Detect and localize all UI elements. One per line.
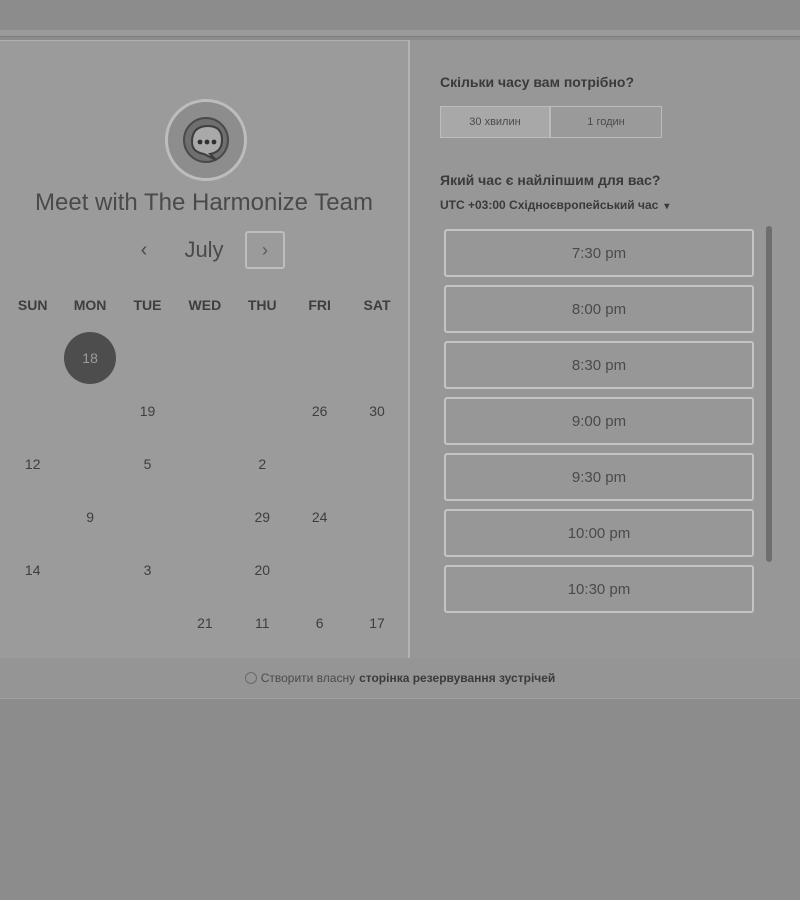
day-cell [176,437,233,490]
day-cell [348,543,405,596]
weekday-label: SAT [363,297,391,313]
duration-30min-button[interactable]: 30 хвилин [440,106,550,138]
day-cell [348,490,405,543]
day-cell [61,543,118,596]
day-cell [176,384,233,437]
timezone-label: UTC +03:00 Східноєвропейський час [440,198,659,212]
duration-options: 30 хвилин 1 годин [440,106,662,138]
day-cell[interactable]: 21 [176,596,233,649]
time-question: Який час є найліпшим для вас? [440,172,661,188]
day-cell [176,543,233,596]
day-cell [119,490,176,543]
day-cell [234,331,291,384]
day-cell [61,384,118,437]
month-label: July [184,237,224,262]
time-slot-button[interactable]: 10:00 pm [444,509,754,557]
day-cell [291,331,348,384]
day-cell [4,596,61,649]
day-cell [119,596,176,649]
day-cell[interactable]: 30 [348,384,405,437]
calendar-panel: Meet with The Harmonize Team ‹ July › SU… [0,40,410,659]
weekday-label: FRI [308,297,331,313]
slot-scrollbar[interactable] [766,226,772,562]
day-cell[interactable]: 2 [234,437,291,490]
next-month-button[interactable]: › [245,231,285,269]
day-cell [4,331,61,384]
weekday-header: SUN MON TUE WED THU FRI SAT [4,297,404,313]
footer-banner: Створити власну сторінка резервування зу… [0,658,800,699]
booking-panel: Скільки часу вам потрібно? 30 хвилин 1 г… [410,40,800,658]
day-cell [4,490,61,543]
day-cell[interactable]: 11 [234,596,291,649]
duration-question: Скільки часу вам потрібно? [440,74,635,90]
weekday-label: WED [188,297,222,313]
team-avatar [165,99,247,181]
day-cell [119,331,176,384]
selected-day-label: 18 [64,331,117,384]
brand-icon [244,672,257,684]
chevron-right-icon: › [262,239,268,260]
day-grid: 18 19 26 30 12 5 2 9 29 24 14 3 20 21 11… [4,331,404,649]
chevron-left-icon: ‹ [140,238,148,261]
day-cell[interactable]: 26 [291,384,348,437]
day-cell [4,384,61,437]
footer-text: Створити власну [260,671,356,685]
day-cell[interactable]: 17 [348,596,405,649]
day-cell[interactable]: 24 [291,490,348,543]
weekday-label: SUN [17,297,48,313]
day-cell [61,596,118,649]
time-slot-button[interactable]: 9:00 pm [444,397,754,445]
month-navigation: ‹ July › [0,231,408,271]
day-cell[interactable]: 12 [4,437,61,490]
weekday-label: TUE [133,297,162,313]
time-slot-button[interactable]: 8:00 pm [444,285,754,333]
time-slot-button[interactable]: 9:30 pm [444,453,754,501]
day-cell[interactable]: 3 [119,543,176,596]
page-title: Meet with The Harmonize Team [35,189,373,216]
time-slot-button[interactable]: 8:30 pm [444,341,754,389]
scheduler-card: Meet with The Harmonize Team ‹ July › SU… [0,40,800,659]
duration-1hour-button[interactable]: 1 годин [550,106,662,138]
create-booking-page-link[interactable]: сторінка резервування зустрічей [359,671,555,685]
day-cell[interactable]: 20 [234,543,291,596]
day-cell [348,331,405,384]
day-cell [176,331,233,384]
day-cell[interactable]: 19 [119,384,176,437]
timezone-selector[interactable]: UTC +03:00 Східноєвропейський час ▾ [440,198,669,212]
time-slot-button[interactable]: 7:30 pm [444,229,754,277]
chat-bubble-icon [183,117,229,163]
prev-month-button[interactable]: ‹ [132,235,156,265]
day-cell [61,437,118,490]
caret-down-icon: ▾ [664,201,670,212]
day-cell[interactable]: 6 [291,596,348,649]
day-cell [291,543,348,596]
time-slot-button[interactable]: 10:30 pm [444,565,754,613]
top-strip [0,30,800,37]
day-cell [348,437,405,490]
day-cell[interactable]: 29 [234,490,291,543]
day-cell[interactable]: 5 [119,437,176,490]
day-cell[interactable]: 9 [61,490,118,543]
weekday-label: MON [73,297,107,313]
time-slot-list[interactable]: 7:30 pm 8:00 pm 8:30 pm 9:00 pm 9:30 pm … [440,226,772,616]
weekday-label: THU [247,297,277,313]
day-cell [234,384,291,437]
day-cell [176,490,233,543]
day-cell [291,437,348,490]
day-cell-selected[interactable]: 18 [61,331,118,384]
day-cell[interactable]: 14 [4,543,61,596]
